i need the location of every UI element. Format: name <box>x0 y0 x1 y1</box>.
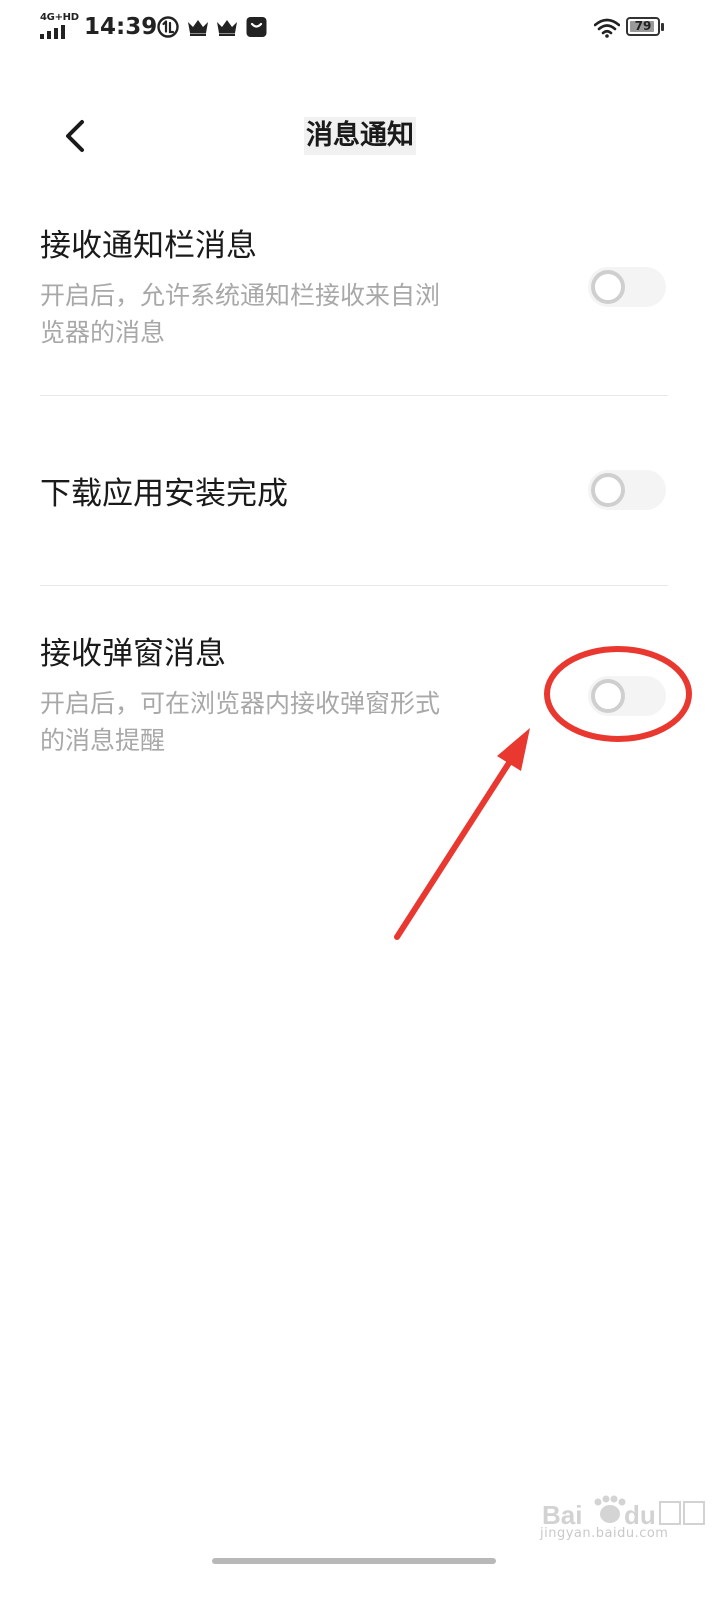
divider <box>40 585 668 586</box>
battery-cap <box>661 23 664 31</box>
setting-title: 下载应用安装完成 <box>40 476 288 512</box>
battery-icon: 79 <box>626 15 666 39</box>
status-time: 14:39 <box>84 14 158 40</box>
setting-description: 开启后，可在浏览器内接收弹窗形式 的消息提醒 <box>40 685 540 759</box>
setting-title: 接收弹窗消息 <box>40 636 226 672</box>
setting-row-notification-bar: 接收通知栏消息 开启后，允许系统通知栏接收来自浏 览器的消息 <box>40 226 668 376</box>
network-indicator: 4G+HD <box>40 12 79 39</box>
toggle-knob <box>591 473 625 507</box>
crown-icon <box>188 20 208 36</box>
page-title-text: 消息通知 <box>304 117 416 155</box>
setting-description-line: 开启后，可在浏览器内接收弹窗形式 <box>40 689 441 718</box>
setting-description-line: 的消息提醒 <box>40 726 166 755</box>
divider <box>40 395 668 396</box>
crown-icon <box>217 20 237 36</box>
setting-description: 开启后，允许系统通知栏接收来自浏 览器的消息 <box>40 277 540 351</box>
arrow-shaft <box>394 749 519 940</box>
page-title: 消息通知 <box>0 117 720 155</box>
setting-title: 接收通知栏消息 <box>40 228 257 264</box>
watermark: Bai du jingyan.baidu.com <box>540 1494 710 1556</box>
status-bar: 4G+HD 14:39 79 <box>0 0 720 56</box>
toggle-knob <box>591 270 625 304</box>
svg-text:Bai: Bai <box>542 1500 582 1528</box>
data-usage-icon <box>157 16 179 38</box>
setting-row-download-complete: 下载应用安装完成 <box>40 470 668 530</box>
notification-bar-toggle[interactable] <box>588 267 666 307</box>
signal-bars-icon <box>40 25 65 39</box>
network-type-label: 4G+HD <box>40 12 79 23</box>
toggle-knob <box>591 679 625 713</box>
bag-icon <box>246 17 267 37</box>
setting-description-line: 览器的消息 <box>40 318 166 347</box>
home-indicator[interactable] <box>212 1558 496 1564</box>
wifi-icon <box>594 18 620 38</box>
header: 消息通知 <box>0 100 720 174</box>
watermark-text: jingyan.baidu.com <box>540 1526 669 1541</box>
svg-text:du: du <box>624 1500 656 1528</box>
setting-description-line: 开启后，允许系统通知栏接收来自浏 <box>40 281 441 310</box>
setting-row-popup-messages: 接收弹窗消息 开启后，可在浏览器内接收弹窗形式 的消息提醒 <box>40 634 668 764</box>
popup-messages-toggle[interactable] <box>588 676 666 716</box>
download-complete-toggle[interactable] <box>588 470 666 510</box>
battery-level: 79 <box>634 19 652 33</box>
baidu-logo: Bai du <box>542 1495 705 1530</box>
